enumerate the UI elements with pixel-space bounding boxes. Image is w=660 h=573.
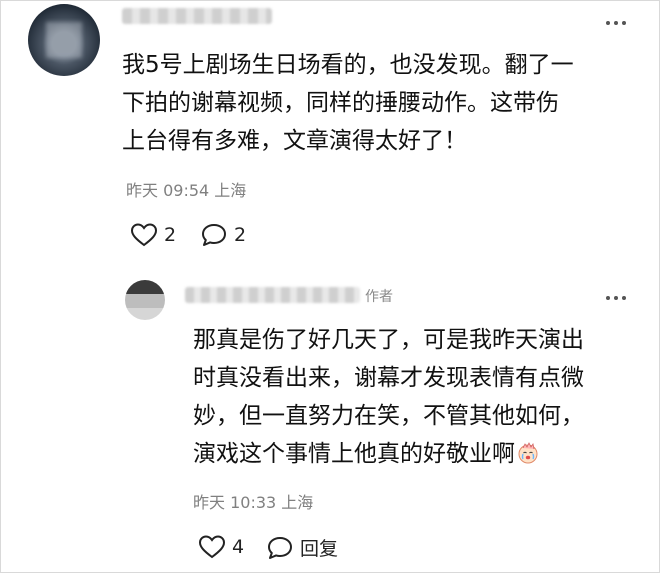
more-dots-icon[interactable] (604, 18, 628, 28)
reply-count-button[interactable]: 2 (200, 222, 246, 248)
avatar[interactable] (125, 280, 165, 320)
reply-count: 2 (234, 224, 247, 246)
reply-line-4-text: 演戏这个事情上他真的好敬业啊 (193, 441, 515, 467)
reply-timestamp: 昨天 10:33 上海 (193, 493, 314, 512)
avatar[interactable] (28, 4, 100, 76)
comment-line-2: 下拍的谢幕视频，同样的捶腰动作。这带伤 (122, 90, 559, 116)
like-button[interactable]: 2 (130, 222, 176, 248)
reply-line-3: 妙，但一直努力在笑，不管其他如何， (193, 403, 584, 429)
like-button[interactable]: 4 (198, 534, 244, 560)
comment-line-3: 上台得有多难，文章演得太好了！ (122, 128, 467, 154)
crying-face-emoji (518, 442, 538, 464)
comment-timestamp: 昨天 09:54 上海 (126, 181, 247, 200)
heart-outline-icon (198, 535, 226, 559)
more-dots-icon[interactable] (604, 293, 628, 303)
reply-label: 回复 (300, 538, 339, 560)
blurred-username[interactable] (185, 287, 360, 303)
author-badge: 作者 (365, 289, 393, 305)
comment-line-1: 我5号上剧场生日场看的，也没发现。翻了一 (122, 52, 574, 78)
speech-bubble-icon (202, 224, 226, 246)
like-count: 4 (232, 536, 245, 558)
reply-button[interactable]: 回复 (266, 534, 338, 561)
blurred-username[interactable] (122, 8, 272, 24)
reply-line-1: 那真是伤了好几天了，可是我昨天演出 (193, 327, 584, 353)
heart-outline-icon (130, 223, 158, 247)
speech-bubble-icon (268, 536, 292, 559)
reply-line-2: 时真没看出来，谢幕才发现表情有点微 (193, 365, 584, 391)
reply-line-4: 演戏这个事情上他真的好敬业啊 (193, 435, 539, 473)
like-count: 2 (164, 224, 177, 246)
